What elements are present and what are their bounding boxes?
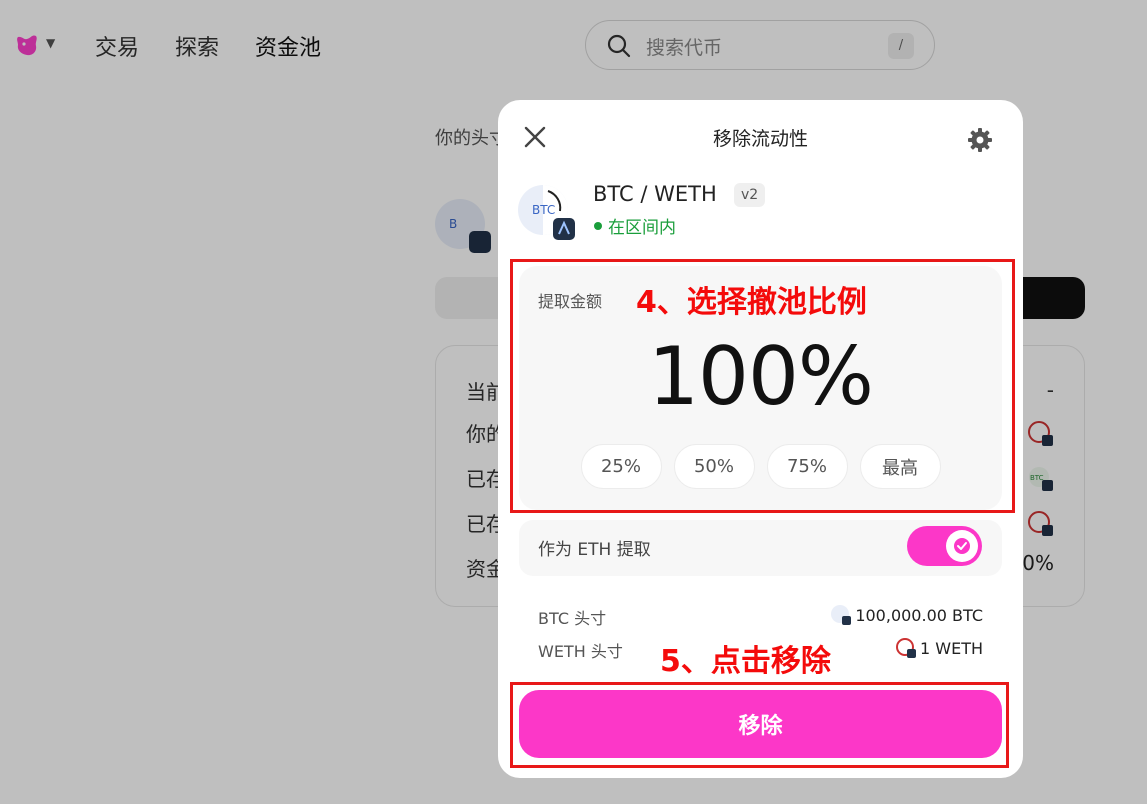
range-status: 在区间内 <box>594 213 676 238</box>
withdraw-as-eth-label: 作为 ETH 提取 <box>538 540 651 560</box>
annotation-step4: 4、选择撤池比例 <box>636 285 867 320</box>
weth-position-label: WETH 头寸 <box>538 642 623 661</box>
status-dot <box>594 222 602 230</box>
annotation-box-remove <box>510 682 1009 768</box>
btc-position-value: 100,000.00 BTC <box>831 605 983 625</box>
btc-position-amount: 100,000.00 BTC <box>855 605 983 625</box>
withdraw-as-eth-row: 作为 ETH 提取 <box>519 520 1002 576</box>
btc-token-icon <box>831 605 852 625</box>
modal-title: 移除流动性 <box>712 128 808 150</box>
annotation-step5: 5、点击移除 <box>660 644 831 679</box>
check-icon <box>954 538 970 554</box>
svg-text:BTC: BTC <box>532 203 555 217</box>
withdraw-as-eth-toggle[interactable] <box>907 526 982 566</box>
gear-icon[interactable] <box>967 127 993 153</box>
weth-position-value: 1 WETH <box>896 638 983 658</box>
pair-name: BTC / WETH <box>593 182 717 206</box>
weth-position-amount: 1 WETH <box>920 638 983 658</box>
version-badge: v2 <box>734 183 766 207</box>
weth-token-icon <box>896 638 916 658</box>
pair-logo-icon: BTC <box>518 185 575 240</box>
btc-position-label: BTC 头寸 <box>538 609 607 628</box>
toggle-knob <box>946 530 978 562</box>
range-status-text: 在区间内 <box>608 218 676 238</box>
